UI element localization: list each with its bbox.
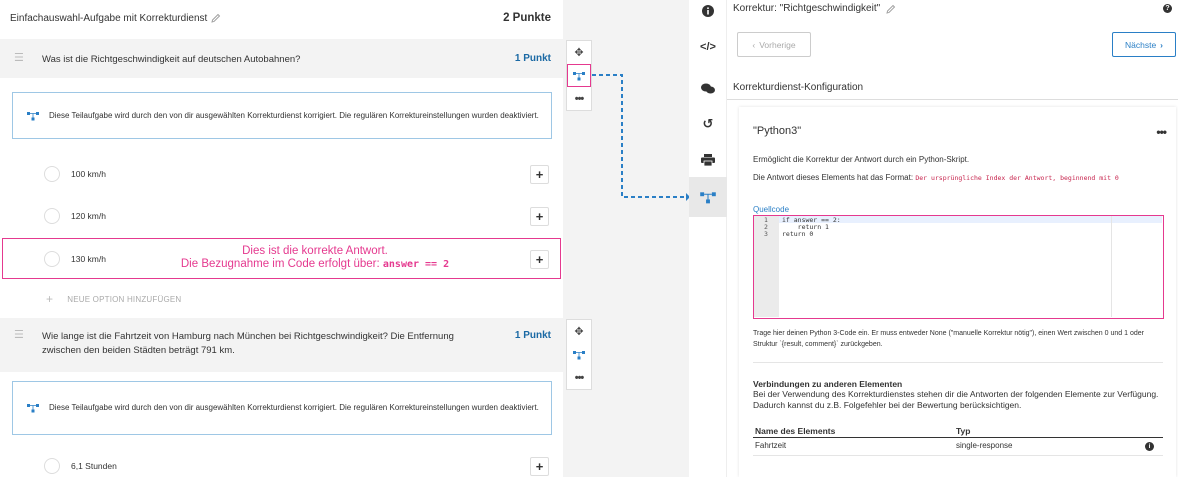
annotation-code: answer == 2 [382, 259, 450, 270]
next-label: Nächste [1124, 39, 1157, 50]
column-header-type: Typ [956, 426, 971, 436]
grader-flow-icon[interactable] [567, 343, 591, 366]
connections-title: Verbindungen zu anderen Elementen [753, 379, 903, 389]
add-option-button[interactable]: + NEUE OPTION HINZUFÜGEN [46, 292, 181, 306]
line-number: 3 [764, 230, 768, 238]
expand-option-button[interactable]: + [530, 456, 549, 476]
previous-button[interactable]: ‹ Vorherige [737, 32, 811, 57]
subtask-header: ☰ Wie lange ist die Fahrtzeit von Hambur… [0, 318, 563, 372]
grader-info-text: Diese Teilaufgabe wird durch den von dir… [49, 110, 539, 120]
list-item: 120 km/h + [0, 200, 563, 232]
grader-info-box: Diese Teilaufgabe wird durch den von dir… [12, 92, 552, 139]
section-title: Korrekturdienst-Konfiguration [733, 82, 864, 93]
expand-option-button[interactable]: + [530, 206, 549, 226]
connector-line [592, 74, 690, 201]
add-option-label: NEUE OPTION HINZUFÜGEN [67, 294, 182, 304]
code-line: return 0 [782, 230, 814, 238]
grader-flow-icon[interactable] [567, 64, 591, 87]
previous-label: Vorherige [759, 39, 796, 50]
chevron-right-icon: › [1160, 39, 1164, 50]
subtask-header: ☰ Was ist die Richtgeschwindigkeit auf d… [0, 39, 563, 78]
subtask-question: Wie lange ist die Fahrtzeit von Hamburg … [42, 331, 454, 356]
list-icon: ☰ [14, 329, 24, 341]
help-icon[interactable]: ? [1163, 4, 1172, 13]
print-icon[interactable] [689, 149, 727, 171]
grader-icon[interactable] [689, 177, 727, 217]
info-icon[interactable] [689, 0, 727, 22]
next-button[interactable]: Nächste › [1112, 32, 1176, 57]
panel-title-text: Korrektur: "Richtgeschwindigkeit" [733, 3, 881, 14]
more-icon[interactable]: ••• [567, 87, 591, 110]
option-label: 100 km/h [71, 169, 106, 179]
divider [753, 362, 1163, 363]
list-item: 6,1 Stunden + [0, 450, 563, 477]
connections-table-header: Name des Elements Typ [753, 425, 1163, 438]
annotation: Dies ist die korrekte Antwort. Die Bezug… [150, 245, 480, 271]
code-editor[interactable]: 1 2 3 if answer == 2: return 1 return 0 [753, 215, 1164, 319]
grader-card: "Python3" ••• Ermöglicht die Korrektur d… [739, 107, 1176, 477]
annotation-line1: Dies ist die korrekte Antwort. [242, 245, 388, 257]
grader-panel: Korrektur: "Richtgeschwindigkeit" ? ‹ Vo… [727, 0, 1178, 477]
subtask-points: 1 Punkt [514, 53, 551, 64]
print-margin [1111, 216, 1112, 317]
answer-format-code: Der ursprüngliche Index der Antwort, beg… [915, 174, 1119, 182]
column-header-name: Name des Elements [755, 426, 836, 436]
code-icon[interactable]: </> [689, 36, 727, 58]
grader-info-text: Diese Teilaufgabe wird durch den von dir… [49, 403, 539, 412]
expand-option-button[interactable]: + [530, 164, 549, 184]
subtask-question: Was ist die Richtgeschwindigkeit auf deu… [42, 54, 301, 65]
history-icon[interactable]: ↺ [689, 113, 727, 135]
subtask-points: 1 Punkt [514, 330, 551, 341]
chevron-left-icon: ‹ [752, 39, 756, 50]
grader-name: "Python3" [753, 125, 802, 137]
task-title: Einfachauswahl-Aufgabe mit Korrekturdien… [10, 12, 208, 24]
element-type: single-response [956, 441, 1013, 450]
info-icon[interactable]: i [1145, 442, 1154, 451]
more-icon[interactable]: ••• [567, 366, 591, 389]
option-radio[interactable] [44, 458, 60, 474]
option-label: 6,1 Stunden [71, 461, 117, 471]
source-code-label: Quellcode [753, 205, 790, 214]
list-item: 100 km/h + [0, 158, 563, 190]
flow-icon [27, 111, 39, 120]
table-row: Fahrtzeit single-response i [753, 440, 1163, 456]
grader-info-box: Diese Teilaufgabe wird durch den von dir… [12, 381, 552, 435]
side-icon-bar: </> ↺ [689, 0, 727, 477]
pencil-icon[interactable] [211, 13, 221, 23]
move-icon[interactable]: ✥ [567, 41, 591, 64]
comments-icon[interactable] [689, 78, 727, 100]
option-radio[interactable] [44, 208, 60, 224]
element-name: Fahrtzeit [755, 441, 787, 450]
answer-format-prefix: Die Antwort dieses Elements hat das Form… [753, 173, 914, 182]
plus-icon: + [46, 292, 54, 306]
code-help: Trage hier deinen Python 3-Code ein. Er … [753, 330, 1144, 348]
more-icon[interactable]: ••• [1156, 125, 1167, 139]
grader-description: Ermöglicht die Korrektur der Antwort dur… [753, 155, 970, 164]
pencil-icon[interactable] [886, 4, 896, 14]
list-icon: ☰ [14, 52, 24, 64]
connections-description: Bei der Verwendung des Korrekturdienstes… [753, 389, 1159, 410]
subtask-toolbar: ✥ ••• [566, 40, 592, 111]
panel-title: Korrektur: "Richtgeschwindigkeit" [733, 3, 896, 14]
option-radio[interactable] [44, 166, 60, 182]
divider [727, 99, 1178, 100]
flow-icon [27, 404, 39, 413]
task-editor: Einfachauswahl-Aufgabe mit Korrekturdien… [0, 0, 563, 477]
move-icon[interactable]: ✥ [567, 320, 591, 343]
subtask-toolbar: ✥ ••• [566, 319, 592, 390]
option-label: 120 km/h [71, 211, 106, 221]
annotation-line2: Die Bezugnahme im Code erfolgt über: [180, 258, 380, 270]
answer-format: Die Antwort dieses Elements hat das Form… [753, 173, 1163, 183]
task-points: 2 Punkte [503, 12, 551, 24]
task-header: Einfachauswahl-Aufgabe mit Korrekturdien… [0, 0, 563, 36]
